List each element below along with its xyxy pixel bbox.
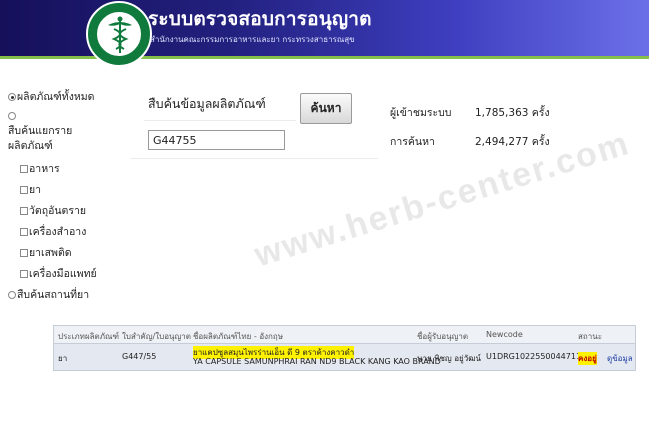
header-license: ใบสำคัญ/ใบอนุญาต bbox=[122, 332, 191, 341]
cell-licensee: นาย พิชญ อยู่วัฒน์ bbox=[417, 354, 481, 363]
checkbox-cosmetics-label: เครื่องสำอาง bbox=[29, 226, 87, 238]
header-product-name: ชื่อผลิตภัณฑ์ไทย - อังกฤษ bbox=[193, 332, 283, 341]
header-licensee: ชื่อผู้รับอนุญาต bbox=[417, 332, 469, 341]
checkbox-icon[interactable] bbox=[20, 207, 28, 215]
header-newcode: Newcode bbox=[486, 330, 523, 339]
checkbox-narcotics-label: ยาเสพติด bbox=[29, 247, 72, 259]
checkbox-medical-devices-label: เครื่องมือแพทย์ bbox=[29, 268, 97, 280]
header-status: สถานะ bbox=[578, 332, 602, 341]
watermark: www.herb-center.com bbox=[250, 123, 635, 275]
table-row: ยา G447/55 ยาแคปซูลสมุนไพรร่านเอ็น ดี 9 … bbox=[54, 344, 635, 370]
checkbox-icon[interactable] bbox=[20, 228, 28, 236]
status-badge: คงอยู่ bbox=[578, 352, 597, 365]
radio-icon[interactable] bbox=[8, 291, 16, 299]
checkbox-medical-devices[interactable]: เครื่องมือแพทย์ bbox=[20, 265, 97, 282]
searches-label: การค้นหา bbox=[390, 136, 435, 148]
search-panel-title: สืบค้นข้อมูลผลิตภัณฑ์ bbox=[148, 96, 266, 111]
checkbox-food-label: อาหาร bbox=[29, 163, 60, 175]
checkbox-hazardous[interactable]: วัตถุอันตราย bbox=[20, 202, 86, 219]
panel-divider bbox=[144, 120, 296, 121]
page-title: ระบบตรวจสอบการอนุญาต bbox=[148, 8, 372, 30]
radio-all-products-label: ผลิตภัณฑ์ทั้งหมด bbox=[17, 91, 95, 103]
table-header: ประเภทผลิตภัณฑ์ ใบสำคัญ/ใบอนุญาต ชื่อผลิ… bbox=[54, 326, 635, 344]
view-detail-link[interactable]: ดูข้อมูล bbox=[607, 352, 633, 365]
checkbox-icon[interactable] bbox=[20, 186, 28, 194]
radio-icon[interactable] bbox=[8, 112, 16, 120]
radio-all-products[interactable]: ผลิตภัณฑ์ทั้งหมด bbox=[8, 88, 95, 105]
radio-by-category-label-2: ผลิตภัณฑ์ bbox=[8, 140, 53, 152]
header-type: ประเภทผลิตภัณฑ์ bbox=[58, 332, 120, 341]
search-input[interactable] bbox=[148, 130, 285, 150]
radio-search-location[interactable]: สืบค้นสถานที่ยา bbox=[8, 286, 89, 303]
radio-by-category[interactable] bbox=[8, 110, 17, 122]
panel-bottom-divider bbox=[130, 158, 378, 159]
checkbox-food[interactable]: อาหาร bbox=[20, 160, 60, 177]
checkbox-icon[interactable] bbox=[20, 270, 28, 278]
checkbox-drug[interactable]: ยา bbox=[20, 181, 41, 198]
radio-search-location-label: สืบค้นสถานที่ยา bbox=[17, 289, 90, 301]
searches-value: 2,494,277 ครั้ง bbox=[475, 136, 550, 148]
checkbox-narcotics[interactable]: ยาเสพติด bbox=[20, 244, 72, 261]
checkbox-icon[interactable] bbox=[20, 249, 28, 257]
checkbox-icon[interactable] bbox=[20, 165, 28, 173]
page-subtitle: สำนักงานคณะกรรมการอาหารและยา กระทรวงสาธา… bbox=[150, 35, 355, 44]
visitors-value: 1,785,363 ครั้ง bbox=[475, 107, 550, 119]
results-table: ประเภทผลิตภัณฑ์ ใบสำคัญ/ใบอนุญาต ชื่อผลิ… bbox=[53, 325, 636, 371]
checkbox-drug-label: ยา bbox=[29, 184, 42, 196]
checkbox-hazardous-label: วัตถุอันตราย bbox=[29, 205, 87, 217]
search-button[interactable]: ค้นหา bbox=[300, 93, 352, 124]
cell-type: ยา bbox=[58, 354, 68, 363]
ministry-logo bbox=[86, 1, 152, 67]
visitors-label: ผู้เข้าชมระบบ bbox=[390, 107, 452, 119]
checkbox-cosmetics[interactable]: เครื่องสำอาง bbox=[20, 223, 86, 240]
cell-product-name-en: YA CAPSULE SAMUNPHRAI RAN ND9 BLACK KANG… bbox=[193, 357, 441, 366]
cell-newcode: U1DRG1022550044711C bbox=[486, 352, 587, 361]
radio-selected-icon[interactable] bbox=[8, 93, 16, 101]
caduceus-icon bbox=[108, 16, 132, 53]
cell-license: G447/55 bbox=[122, 352, 157, 361]
